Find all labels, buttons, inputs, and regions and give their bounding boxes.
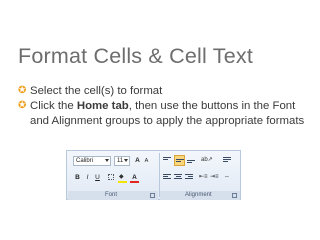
merge-center-button[interactable]: ⇔ [224, 173, 236, 182]
align-bottom-button[interactable] [187, 156, 196, 165]
font-color-bar [130, 181, 139, 183]
bullet-item: ✪ Select the cell(s) to format [18, 84, 308, 98]
slide: Format Cells & Cell Text ✪ Select the ce… [0, 0, 320, 240]
borders-button[interactable] [106, 173, 115, 182]
bold-button[interactable]: B [73, 173, 82, 182]
bullet-item: ✪ Click the Home tab, then use the butto… [18, 99, 308, 128]
grow-font-button[interactable]: A [133, 156, 142, 165]
align-left-icon [163, 174, 171, 181]
alignment-dialog-launcher-icon[interactable] [232, 193, 237, 198]
font-dialog-launcher-icon[interactable] [150, 193, 155, 198]
bullet-icon: ✪ [18, 85, 27, 96]
bullet-icon: ✪ [18, 100, 27, 112]
align-top-icon [163, 157, 171, 164]
bullet-bold-text: Home tab [76, 100, 129, 113]
alignment-group-label: Alignment [185, 192, 212, 198]
underline-button[interactable]: U [93, 173, 102, 182]
increase-indent-icon: ⇥≡ [210, 174, 219, 180]
chevron-down-icon [124, 159, 128, 162]
bullet-list: ✪ Select the cell(s) to format ✪ Click t… [18, 84, 308, 129]
font-color-letter: A [132, 174, 137, 181]
align-center-icon [174, 174, 182, 181]
chevron-down-icon [105, 159, 109, 162]
merge-center-icon: ⇔ [224, 174, 230, 180]
decrease-indent-icon: ⇤≡ [199, 174, 208, 180]
font-color-button[interactable]: A [130, 173, 139, 183]
align-top-button[interactable] [163, 156, 172, 165]
slide-title: Format Cells & Cell Text [18, 44, 253, 68]
font-name-combo[interactable]: Calibri [73, 156, 111, 166]
increase-indent-button[interactable]: ⇥≡ [210, 173, 221, 182]
align-center-button[interactable] [174, 173, 183, 182]
font-size-combo[interactable]: 11 [114, 156, 130, 166]
align-middle-button[interactable] [174, 155, 185, 166]
orientation-icon: ab↗ [201, 157, 213, 163]
fill-color-bar [118, 181, 127, 183]
align-right-button[interactable] [185, 173, 194, 182]
bullet-text: Click the [30, 100, 77, 113]
align-middle-icon [176, 159, 184, 166]
align-right-icon [185, 174, 193, 181]
bullet-text: Select the cell(s) to format [30, 85, 163, 97]
orientation-button[interactable]: ab↗ [200, 156, 213, 165]
align-left-button[interactable] [163, 173, 172, 182]
font-group-label: Font [105, 192, 118, 198]
borders-icon [107, 174, 114, 180]
shrink-font-button[interactable]: A [142, 157, 151, 166]
wrap-text-icon [223, 157, 231, 164]
fill-color-button[interactable]: ◆ [118, 173, 127, 183]
align-bottom-icon [187, 160, 195, 167]
wrap-text-button[interactable] [222, 156, 234, 165]
italic-button[interactable]: I [83, 173, 92, 182]
decrease-indent-button[interactable]: ⇤≡ [199, 173, 210, 182]
font-size-value: 11 [117, 158, 124, 164]
font-name-value: Calibri [76, 158, 94, 164]
ribbon-screenshot: Calibri 11 A A B I U ◆ A Font ab↗ ⇤≡ ⇥≡ … [66, 150, 241, 200]
